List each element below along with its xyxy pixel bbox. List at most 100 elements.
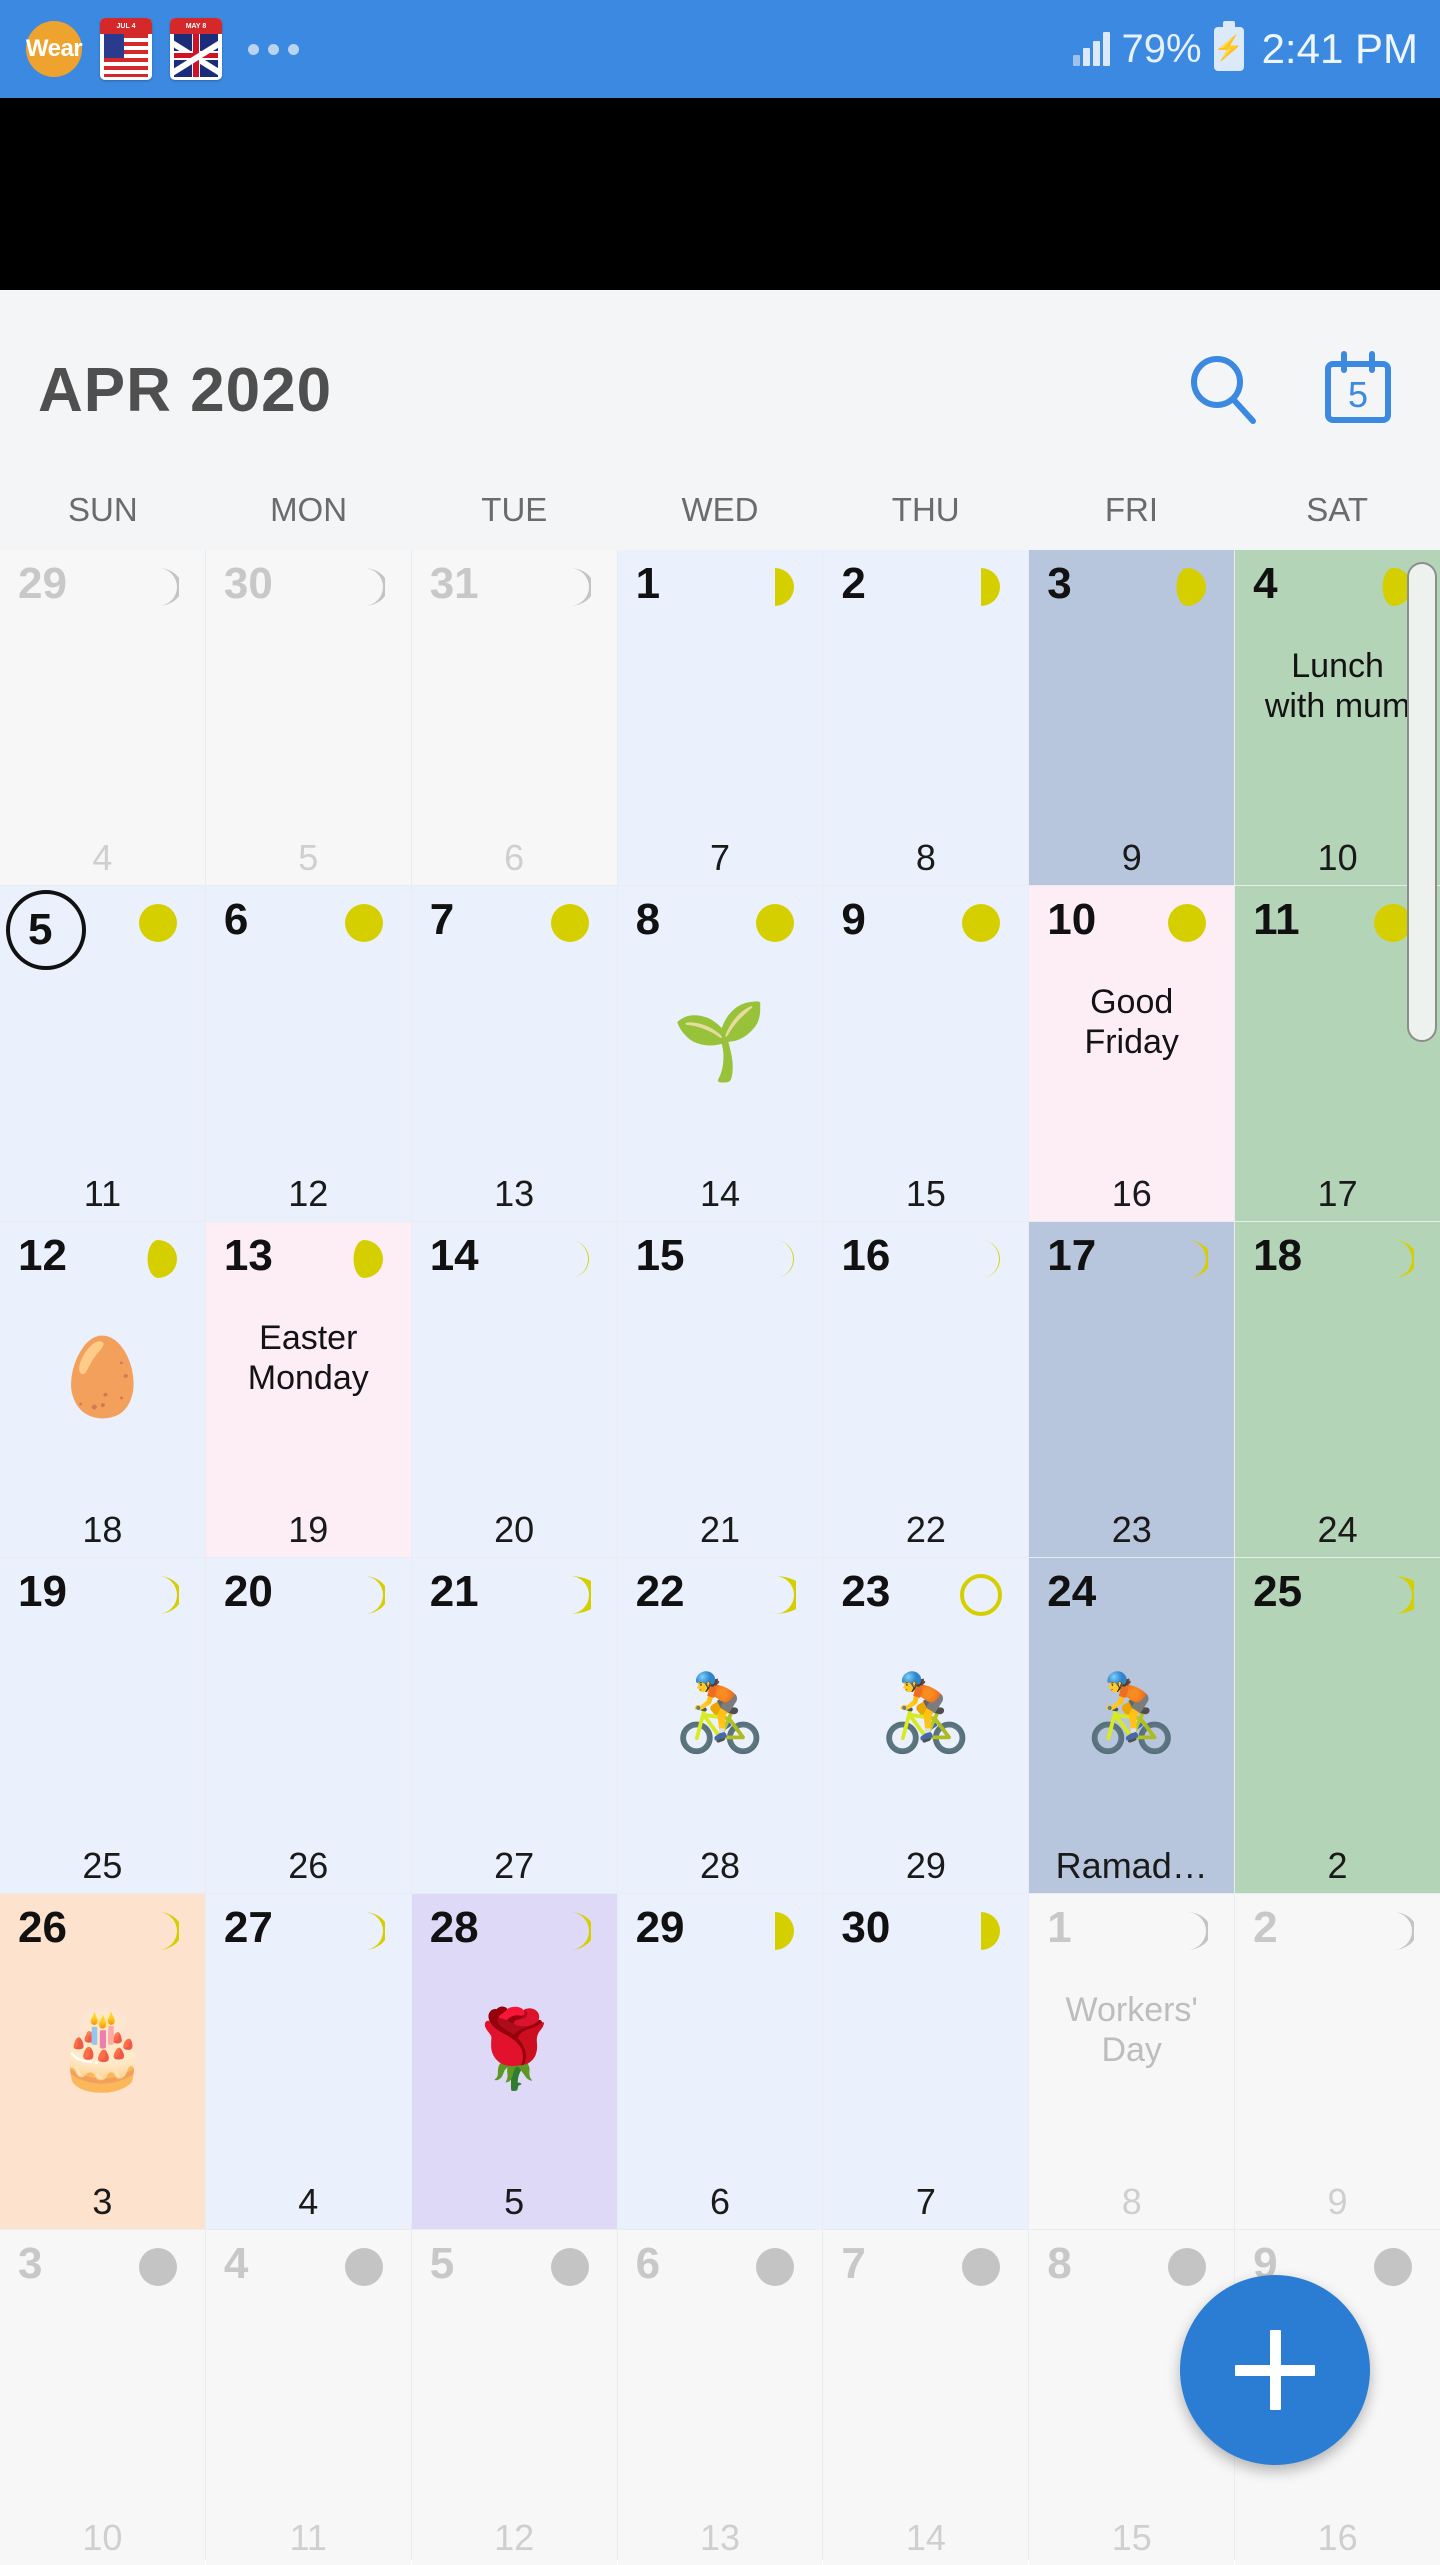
event-emoji-icon[interactable]: 🌹 (412, 2012, 617, 2088)
calendar-day-cell[interactable]: 296 (618, 1894, 823, 2229)
secondary-date-number: 4 (0, 837, 205, 879)
uk-holiday-notification-icon[interactable]: MAY 8 (170, 18, 222, 80)
event-emoji-icon[interactable]: 🌱 (618, 1004, 823, 1080)
secondary-date-number: 18 (0, 1509, 205, 1551)
calendar-day-cell[interactable]: 307 (823, 1894, 1028, 2229)
calendar-day-cell[interactable]: 305 (206, 550, 411, 885)
weekday-sat: SAT (1234, 470, 1440, 550)
moon-phase-icon (137, 566, 179, 608)
calendar-day-cell[interactable]: 8🌱14 (618, 886, 823, 1221)
weekday-wed: WED (617, 470, 823, 550)
event-emoji-icon[interactable]: 🚴 (618, 1676, 823, 1752)
calendar-day-cell[interactable]: 24🚴Ramad… (1029, 1558, 1234, 1893)
calendar-day-cell[interactable]: 1824 (1235, 1222, 1440, 1557)
calendar-day-cell[interactable]: 10Good Friday16 (1029, 886, 1234, 1221)
day-number: 11 (1253, 898, 1300, 942)
add-event-button[interactable] (1180, 2275, 1370, 2465)
moon-phase-icon (137, 1238, 179, 1280)
weekday-header-row: SUN MON TUE WED THU FRI SAT (0, 470, 1440, 550)
calendar-day-cell[interactable]: 512 (412, 2230, 617, 2565)
calendar-day-cell[interactable]: 17 (618, 550, 823, 885)
event-emoji-icon[interactable]: 🥚 (0, 1340, 205, 1416)
day-number: 4 (224, 2242, 248, 2286)
secondary-date-number: 20 (412, 1509, 617, 1551)
secondary-date-number: 19 (206, 1509, 411, 1551)
us-flag-caption: JUL 4 (100, 18, 152, 34)
calendar-day-cell[interactable]: 22🚴28 (618, 1558, 823, 1893)
day-number: 2 (1253, 1906, 1277, 1950)
calendar-today-icon[interactable]: 5 (1316, 348, 1400, 432)
calendar-day-cell[interactable]: 612 (206, 886, 411, 1221)
event-label[interactable]: Good Friday (1035, 982, 1228, 1062)
calendar-day-cell[interactable]: 713 (412, 886, 617, 1221)
calendar-day-cell[interactable]: 28🌹5 (412, 1894, 617, 2229)
calendar-day-cell[interactable]: 252 (1235, 1558, 1440, 1893)
search-icon[interactable] (1182, 348, 1266, 432)
event-label[interactable]: Workers' Day (1035, 1990, 1228, 2070)
calendar-day-cell[interactable]: 39 (1029, 550, 1234, 885)
event-label[interactable]: Easter Monday (212, 1318, 405, 1398)
event-emoji-icon[interactable]: 🚴 (823, 1676, 1028, 1752)
day-number: 18 (1253, 1234, 1302, 1278)
calendar-day-cell[interactable]: 613 (618, 2230, 823, 2565)
vertical-scrollbar[interactable] (1407, 562, 1437, 1042)
day-number: 30 (224, 562, 273, 606)
calendar-day-cell[interactable]: 1420 (412, 1222, 617, 1557)
wear-notification-icon[interactable]: Wear (26, 21, 82, 77)
calendar-day-cell[interactable]: 1Workers' Day8 (1029, 1894, 1234, 2229)
calendar-day-cell[interactable]: 29 (1235, 1894, 1440, 2229)
secondary-date-number: 8 (823, 837, 1028, 879)
secondary-date-number: 26 (206, 1845, 411, 1887)
calendar-day-cell[interactable]: 13Easter Monday19 (206, 1222, 411, 1557)
moon-phase-icon (960, 1910, 1002, 1952)
moon-phase-icon (549, 1238, 591, 1280)
day-number: 1 (636, 562, 660, 606)
weekday-tue: TUE (411, 470, 617, 550)
weekday-mon: MON (206, 470, 412, 550)
day-number: 10 (1047, 898, 1096, 942)
secondary-date-number: 24 (1235, 1509, 1440, 1551)
calendar-day-cell[interactable]: 1521 (618, 1222, 823, 1557)
us-flag-glyph (104, 34, 148, 77)
calendar-day-cell[interactable]: 274 (206, 1894, 411, 2229)
status-bar[interactable]: Wear JUL 4 MAY 8 79% ⚡ 2:41 PM (0, 0, 1440, 98)
us-holiday-notification-icon[interactable]: JUL 4 (100, 18, 152, 80)
moon-phase-icon (549, 1910, 591, 1952)
calendar-day-cell[interactable]: 1622 (823, 1222, 1028, 1557)
event-label[interactable]: Lunch with mum (1241, 646, 1434, 726)
calendar-day-cell[interactable]: 4 11 (206, 2230, 411, 2565)
moon-phase-icon (137, 1910, 179, 1952)
calendar-day-cell[interactable]: 316 (412, 550, 617, 885)
calendar-month-grid[interactable]: 2943053161728394Lunch with mum1051161271… (0, 550, 1440, 2560)
calendar-day-cell[interactable]: 915 (823, 886, 1028, 1221)
calendar-day-cell[interactable]: 294 (0, 550, 205, 885)
secondary-date-number: 12 (206, 1173, 411, 1215)
day-number: 15 (636, 1234, 685, 1278)
calendar-day-cell[interactable]: 714 (823, 2230, 1028, 2565)
event-emoji-icon[interactable]: 🎂 (0, 2012, 205, 2088)
secondary-date-number: 11 (206, 2517, 411, 2559)
calendar-day-cell[interactable]: 511 (0, 886, 205, 1221)
calendar-day-cell[interactable]: 26🎂3 (0, 1894, 205, 2229)
secondary-date-number: 23 (1029, 1509, 1234, 1551)
more-dots-icon[interactable] (248, 44, 299, 55)
battery-charging-icon: ⚡ (1214, 27, 1244, 71)
event-emoji-icon[interactable]: 🚴 (1029, 1676, 1234, 1752)
calendar-day-cell[interactable]: 28 (823, 550, 1028, 885)
calendar-day-cell[interactable]: 310 (0, 2230, 205, 2565)
calendar-day-cell[interactable]: 2127 (412, 1558, 617, 1893)
page-title: APR 2020 (38, 355, 1182, 426)
calendar-day-cell[interactable]: 12🥚18 (0, 1222, 205, 1557)
calendar-day-cell[interactable]: 23🚴29 (823, 1558, 1028, 1893)
moon-phase-icon (1372, 1238, 1414, 1280)
calendar-day-cell[interactable]: 2026 (206, 1558, 411, 1893)
day-number: 20 (224, 1570, 273, 1614)
day-number: 3 (18, 2242, 42, 2286)
day-number: 23 (841, 1570, 890, 1614)
uk-flag-glyph (174, 34, 218, 77)
secondary-date-number: 27 (412, 1845, 617, 1887)
calendar-day-cell[interactable]: 1925 (0, 1558, 205, 1893)
secondary-date-number: 9 (1235, 2181, 1440, 2223)
calendar-day-cell[interactable]: 1723 (1029, 1222, 1234, 1557)
secondary-date-number: 7 (618, 837, 823, 879)
